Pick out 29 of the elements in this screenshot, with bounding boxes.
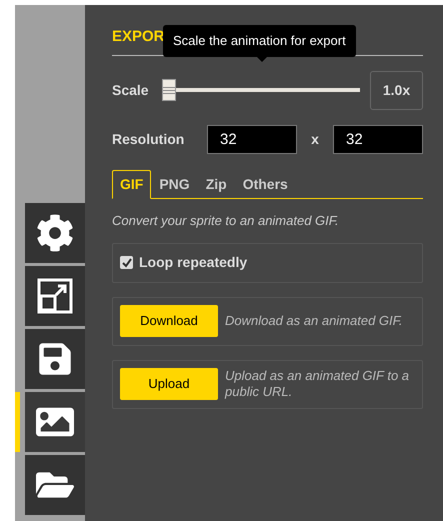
scale-label: Scale xyxy=(112,80,150,100)
action-description: Download as an animated GIF. xyxy=(225,313,403,329)
format-tab[interactable]: Others xyxy=(234,170,296,199)
description-text: Convert your sprite to an animated GIF. xyxy=(112,212,340,230)
action-button[interactable]: Upload xyxy=(120,368,218,400)
scale-value: 1.0x xyxy=(370,70,423,110)
tool-tab[interactable] xyxy=(25,329,85,389)
resolution-label: Resolution xyxy=(112,130,186,148)
tool-tab[interactable] xyxy=(25,266,85,326)
width-field[interactable]: 32 xyxy=(207,124,297,154)
loop-label: Loop repeatedly xyxy=(139,253,248,272)
action-description: Upload as an animated GIF to a public URL. xyxy=(225,368,410,400)
tool-tab[interactable] xyxy=(25,455,85,515)
times-label: x xyxy=(310,130,320,148)
settings-icon xyxy=(36,214,74,252)
tool-tab[interactable] xyxy=(25,203,85,263)
action-button[interactable]: Download xyxy=(120,305,218,337)
resize-icon xyxy=(37,278,73,314)
format-tab[interactable]: GIF xyxy=(112,170,152,199)
panel-title: EXPOR xyxy=(112,28,165,45)
checkbox[interactable] xyxy=(120,256,133,269)
scale-slider[interactable] xyxy=(162,79,360,101)
check-icon xyxy=(122,258,132,268)
slider-thumb[interactable] xyxy=(162,79,176,101)
format-tab[interactable]: PNG xyxy=(151,170,198,199)
tool-tab[interactable] xyxy=(25,392,85,452)
format-tab[interactable]: Zip xyxy=(198,170,235,199)
height-field[interactable]: 32 xyxy=(333,124,423,154)
tooltip-arrow xyxy=(256,56,268,62)
